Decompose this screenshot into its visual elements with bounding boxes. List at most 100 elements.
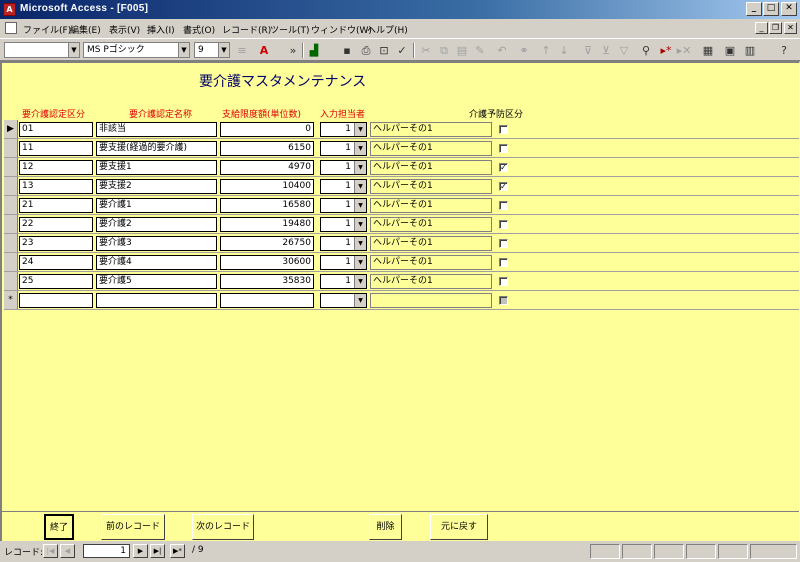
input-staff-combo[interactable]: 1 ▼: [320, 122, 367, 137]
delete-record-icon[interactable]: ▸✕: [676, 43, 692, 58]
record-selector[interactable]: [4, 215, 18, 233]
record-selector[interactable]: *: [4, 291, 18, 309]
benefit-limit-field[interactable]: [220, 293, 314, 308]
more-buttons-icon[interactable]: »: [285, 43, 301, 58]
apply-filter-icon[interactable]: ▽: [616, 43, 632, 58]
new-record-nav-icon[interactable]: ▶*: [170, 544, 185, 558]
benefit-limit-field[interactable]: 30600: [220, 255, 314, 270]
chevron-down-icon[interactable]: ▼: [354, 199, 366, 212]
care-level-name-field[interactable]: 要支援(経過的要介護): [96, 141, 217, 156]
chevron-down-icon[interactable]: ▼: [354, 275, 366, 288]
chevron-down-icon[interactable]: ▼: [354, 161, 366, 174]
form-document-icon[interactable]: [5, 22, 17, 34]
print-preview-icon[interactable]: ⊡: [376, 43, 392, 58]
care-level-code-field[interactable]: 23: [19, 236, 93, 251]
minimize-button[interactable]: _: [746, 2, 762, 16]
undo-icon[interactable]: ↶: [494, 43, 510, 58]
care-level-name-field[interactable]: 要介護1: [96, 198, 217, 213]
database-window-icon[interactable]: ▣: [722, 43, 738, 58]
record-selector[interactable]: [4, 196, 18, 214]
record-selector[interactable]: [4, 272, 18, 290]
care-level-name-field[interactable]: 要支援2: [96, 179, 217, 194]
care-level-code-field[interactable]: 01: [19, 122, 93, 137]
find-icon[interactable]: ⚲: [638, 43, 654, 58]
benefit-limit-field[interactable]: 4970: [220, 160, 314, 175]
mdi-minimize-button[interactable]: _: [755, 22, 768, 34]
prevention-checkbox[interactable]: [499, 277, 508, 286]
sort-ascending-icon[interactable]: ↑: [538, 43, 554, 58]
prevention-checkbox[interactable]: ✓: [499, 163, 508, 172]
care-level-code-field[interactable]: 13: [19, 179, 93, 194]
benefit-limit-field[interactable]: 16580: [220, 198, 314, 213]
menu-help[interactable]: ヘルプ(H): [367, 23, 408, 36]
care-level-code-field[interactable]: [19, 293, 93, 308]
prevention-checkbox[interactable]: [499, 201, 508, 210]
input-staff-combo[interactable]: 1 ▼: [320, 236, 367, 251]
current-record-input[interactable]: 1: [83, 544, 130, 558]
input-staff-combo[interactable]: 1 ▼: [320, 179, 367, 194]
input-staff-combo[interactable]: 1 ▼: [320, 255, 367, 270]
chevron-down-icon[interactable]: ▼: [178, 43, 189, 57]
chevron-down-icon[interactable]: ▼: [354, 123, 366, 136]
help-icon[interactable]: ?: [776, 43, 792, 58]
benefit-limit-field[interactable]: 26750: [220, 236, 314, 251]
cut-icon[interactable]: ✂: [418, 43, 434, 58]
input-staff-combo[interactable]: 1 ▼: [320, 141, 367, 156]
menu-tools[interactable]: ツール(T): [270, 23, 310, 36]
care-level-code-field[interactable]: 24: [19, 255, 93, 270]
previous-record-button[interactable]: 前のレコード: [101, 514, 165, 540]
input-staff-combo[interactable]: ▼: [320, 293, 367, 308]
format-painter-icon[interactable]: ✎: [472, 43, 488, 58]
sort-descending-icon[interactable]: ↓: [556, 43, 572, 58]
input-staff-combo[interactable]: 1 ▼: [320, 274, 367, 289]
chart-icon[interactable]: ▟: [306, 43, 322, 58]
care-level-code-field[interactable]: 21: [19, 198, 93, 213]
prevention-checkbox[interactable]: [499, 220, 508, 229]
chevron-down-icon[interactable]: ▼: [218, 43, 229, 57]
menu-format[interactable]: 書式(O): [183, 23, 215, 36]
save-icon[interactable]: ▪: [339, 43, 355, 58]
record-selector[interactable]: [4, 253, 18, 271]
record-selector[interactable]: [4, 139, 18, 157]
care-level-name-field[interactable]: 要介護2: [96, 217, 217, 232]
record-selector[interactable]: [4, 158, 18, 176]
menu-records[interactable]: レコード(R): [222, 23, 271, 36]
delete-button[interactable]: 削除: [369, 514, 402, 540]
record-selector[interactable]: ▶: [4, 120, 18, 138]
font-name-combo[interactable]: MS Pゴシック ▼: [83, 42, 190, 58]
chevron-down-icon[interactable]: ▼: [354, 218, 366, 231]
close-button[interactable]: ✕: [781, 2, 797, 16]
record-selector[interactable]: [4, 177, 18, 195]
care-level-name-field[interactable]: 要介護5: [96, 274, 217, 289]
chevron-down-icon[interactable]: ▼: [354, 237, 366, 250]
benefit-limit-field[interactable]: 19480: [220, 217, 314, 232]
spelling-icon[interactable]: ✓: [394, 43, 410, 58]
mdi-close-button[interactable]: ✕: [784, 22, 797, 34]
input-staff-combo[interactable]: 1 ▼: [320, 217, 367, 232]
prevention-checkbox[interactable]: [499, 258, 508, 267]
filter-by-form-icon[interactable]: ⊻: [598, 43, 614, 58]
care-level-code-field[interactable]: 25: [19, 274, 93, 289]
care-level-name-field[interactable]: 非該当: [96, 122, 217, 137]
benefit-limit-field[interactable]: 0: [220, 122, 314, 137]
object-combo[interactable]: ▼: [4, 42, 80, 58]
chevron-down-icon[interactable]: ▼: [354, 256, 366, 269]
menu-window[interactable]: ウィンドウ(W): [311, 23, 372, 36]
care-level-code-field[interactable]: 12: [19, 160, 93, 175]
print-icon[interactable]: ⎙: [358, 43, 374, 58]
prevention-checkbox[interactable]: [499, 239, 508, 248]
chevron-down-icon[interactable]: ▼: [354, 180, 366, 193]
paste-icon[interactable]: ▤: [454, 43, 470, 58]
align-icon[interactable]: ≡: [234, 43, 250, 58]
care-level-name-field[interactable]: 要介護3: [96, 236, 217, 251]
benefit-limit-field[interactable]: 6150: [220, 141, 314, 156]
chevron-down-icon[interactable]: ▼: [354, 142, 366, 155]
maximize-button[interactable]: □: [763, 2, 779, 16]
menu-view[interactable]: 表示(V): [109, 23, 140, 36]
previous-record-icon[interactable]: ◀: [60, 544, 75, 558]
next-record-button[interactable]: 次のレコード: [192, 514, 254, 540]
hyperlink-icon[interactable]: ⚭: [516, 43, 532, 58]
prevention-checkbox[interactable]: [499, 144, 508, 153]
first-record-icon[interactable]: |◀: [43, 544, 58, 558]
benefit-limit-field[interactable]: 10400: [220, 179, 314, 194]
